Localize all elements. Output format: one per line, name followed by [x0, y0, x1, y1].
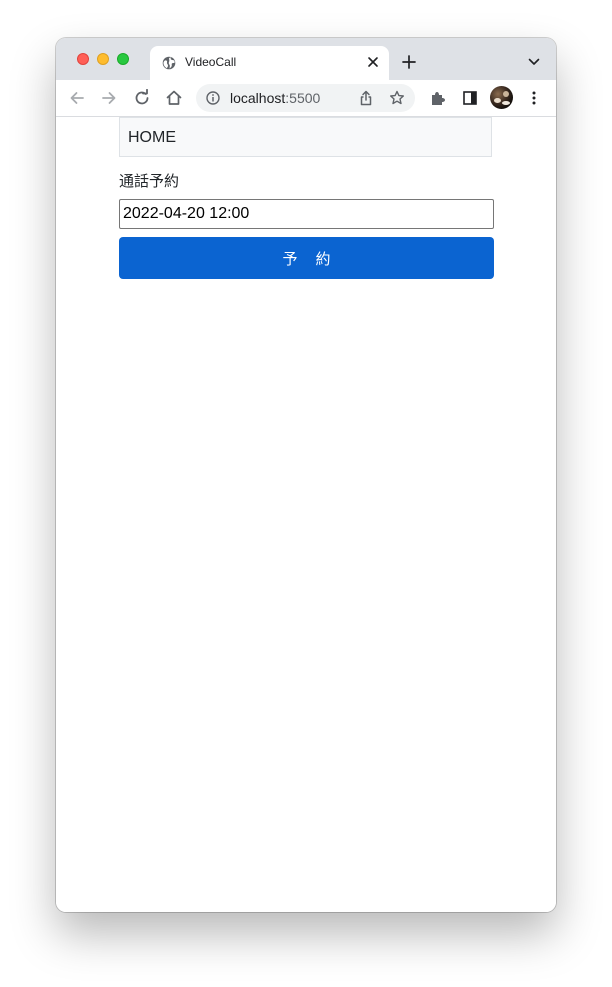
- zoom-window-button[interactable]: [117, 53, 129, 65]
- globe-icon: [162, 56, 176, 70]
- close-window-button[interactable]: [77, 53, 89, 65]
- url-port: :5500: [285, 90, 321, 106]
- reserve-button[interactable]: 予約: [119, 237, 494, 279]
- tab-strip: VideoCall: [56, 38, 556, 80]
- avatar-detail: [494, 98, 501, 103]
- url-text: localhost:5500: [230, 90, 320, 106]
- back-arrow-icon[interactable]: [68, 89, 86, 107]
- address-bar[interactable]: localhost:5500: [196, 84, 415, 112]
- avatar-detail: [502, 101, 510, 105]
- more-vertical-icon[interactable]: [525, 89, 543, 107]
- profile-avatar[interactable]: [490, 86, 513, 109]
- extensions-puzzle-icon[interactable]: [429, 89, 447, 107]
- page-content: HOME 通話予約 予約: [56, 117, 556, 912]
- call-reservation-label: 通話予約: [119, 172, 180, 190]
- share-icon[interactable]: [359, 90, 373, 106]
- close-tab-icon[interactable]: [367, 56, 379, 68]
- minimize-window-button[interactable]: [97, 53, 109, 65]
- datetime-field[interactable]: [119, 199, 494, 229]
- home-icon[interactable]: [165, 89, 183, 107]
- reload-icon[interactable]: [133, 89, 151, 107]
- side-panel-icon[interactable]: [461, 89, 479, 107]
- url-host: localhost: [230, 90, 286, 106]
- browser-window: VideoCall localhost:5500 HOME 通話予約 2022-…: [56, 38, 556, 912]
- browser-toolbar: localhost:5500: [56, 80, 556, 117]
- new-tab-icon[interactable]: [402, 55, 416, 69]
- tab-title: VideoCall: [185, 55, 237, 69]
- bookmark-star-icon[interactable]: [389, 90, 405, 106]
- home-link[interactable]: HOME: [128, 129, 176, 147]
- navbar: HOME: [119, 117, 492, 157]
- tab-videocall[interactable]: VideoCall: [150, 46, 389, 80]
- forward-arrow-icon[interactable]: [100, 89, 118, 107]
- info-icon[interactable]: [206, 91, 220, 105]
- avatar-detail: [503, 91, 509, 97]
- chevron-down-icon[interactable]: [528, 58, 540, 66]
